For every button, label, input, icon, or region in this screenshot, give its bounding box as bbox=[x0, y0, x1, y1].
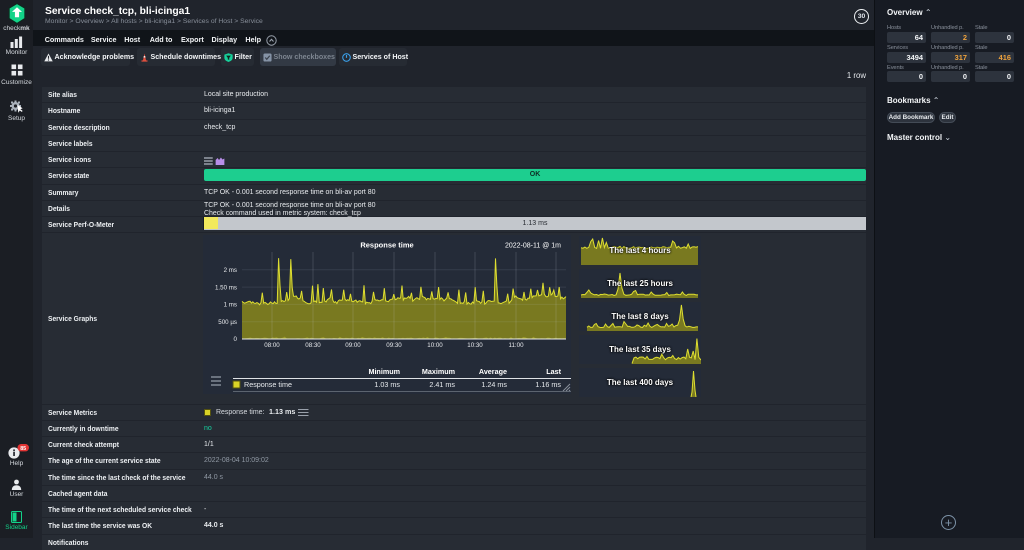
svg-text:0: 0 bbox=[234, 336, 238, 343]
svg-text:11:00: 11:00 bbox=[508, 342, 524, 349]
svg-text:09:30: 09:30 bbox=[386, 342, 402, 349]
svg-text:1.50 ms: 1.50 ms bbox=[215, 285, 237, 292]
svg-text:500 µs: 500 µs bbox=[218, 319, 237, 326]
svg-text:Minimum: Minimum bbox=[368, 367, 400, 376]
svg-text:Last: Last bbox=[546, 367, 561, 376]
svg-text:2022-08-11 @ 1m: 2022-08-11 @ 1m bbox=[505, 243, 561, 250]
svg-text:10:00: 10:00 bbox=[427, 342, 443, 349]
svg-text:Average: Average bbox=[479, 367, 507, 376]
svg-text:Maximum: Maximum bbox=[422, 367, 455, 376]
svg-text:1.03 ms: 1.03 ms bbox=[374, 380, 400, 389]
svg-text:09:00: 09:00 bbox=[345, 342, 361, 349]
svg-text:08:30: 08:30 bbox=[305, 342, 321, 349]
svg-text:2 ms: 2 ms bbox=[224, 267, 237, 274]
svg-text:Response time: Response time bbox=[244, 380, 292, 389]
svg-text:08:00: 08:00 bbox=[264, 342, 280, 349]
svg-text:Response time: Response time bbox=[360, 241, 413, 250]
svg-text:1 ms: 1 ms bbox=[224, 302, 237, 309]
svg-text:1.24 ms: 1.24 ms bbox=[481, 380, 507, 389]
svg-text:1.16 ms: 1.16 ms bbox=[535, 380, 561, 389]
svg-text:2.41 ms: 2.41 ms bbox=[429, 380, 455, 389]
svg-text:85: 85 bbox=[20, 446, 26, 452]
svg-text:10:30: 10:30 bbox=[467, 342, 483, 349]
